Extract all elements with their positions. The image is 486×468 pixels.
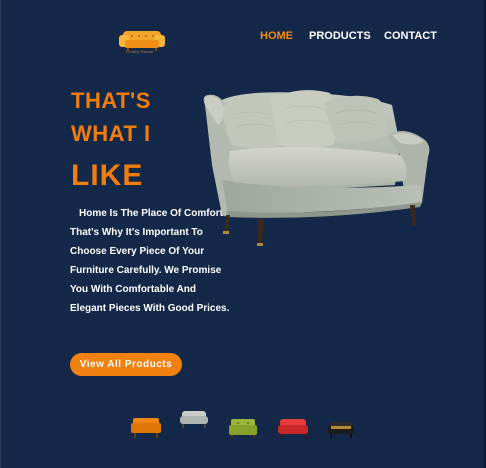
grey-sofa-icon[interactable] [179, 409, 209, 429]
headline-line-1: THAT'S [71, 88, 151, 113]
product-thumbnails [0, 405, 486, 445]
main-nav: HOME PRODUCTS CONTACT [260, 30, 437, 42]
nav-contact[interactable]: CONTACT [384, 30, 437, 42]
black-sofa-icon[interactable] [327, 419, 355, 439]
nav-home[interactable]: HOME [260, 30, 309, 42]
red-sofa-icon[interactable] [277, 417, 309, 439]
green-sofa-icon[interactable] [228, 417, 258, 439]
view-all-products-button[interactable]: View All Products [70, 353, 182, 376]
hero-sofa-image [203, 90, 430, 246]
headline-line-2: WHAT I [71, 121, 151, 146]
orange-sofa-icon[interactable] [131, 415, 161, 440]
nav-products[interactable]: PRODUCTS [309, 30, 384, 42]
headline-line-3: LIKE [71, 159, 144, 192]
logo-text: Comfy House [126, 49, 154, 54]
